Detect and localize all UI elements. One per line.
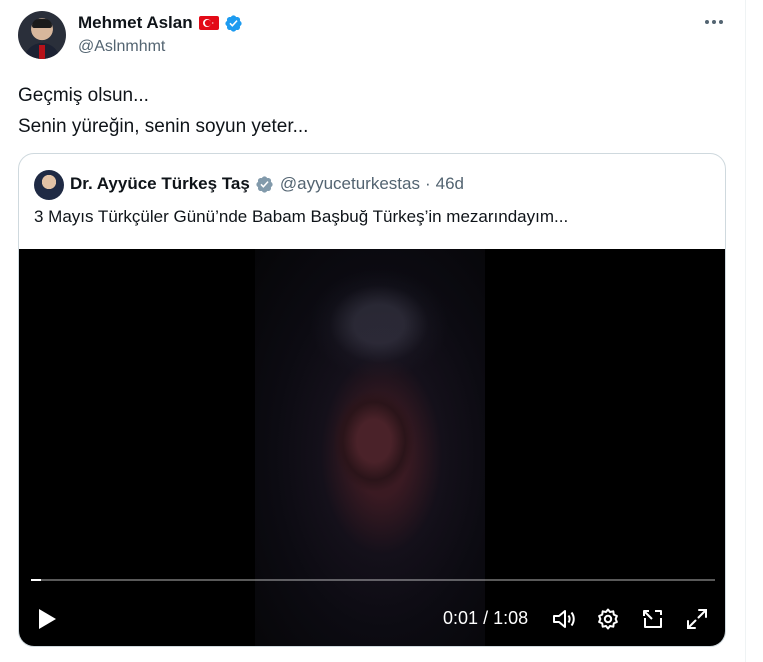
video-controls: 0:01 / 1:08: [19, 599, 725, 639]
quoted-author-name[interactable]: Dr. Ayyüce Türkeş Taş: [70, 174, 250, 194]
settings-gear-icon[interactable]: [593, 599, 623, 639]
author-avatar[interactable]: [18, 11, 66, 59]
quoted-header: Dr. Ayyüce Türkeş Taş @ayyuceturkestas ·…: [70, 173, 464, 195]
separator-dot: ·: [424, 174, 431, 193]
video-face-silhouette: [334, 391, 414, 491]
author-name-row: Mehmet Aslan: [78, 12, 243, 34]
quoted-author-avatar[interactable]: [34, 170, 64, 200]
volume-icon[interactable]: [549, 599, 579, 639]
quoted-tweet-card[interactable]: Dr. Ayyüce Türkeş Taş @ayyuceturkestas ·…: [18, 153, 726, 647]
turkey-flag-icon: [198, 16, 219, 30]
video-tree-silhouette: [309, 269, 449, 379]
timeline-divider: [745, 0, 746, 662]
quoted-author-handle[interactable]: @ayyuceturkestas: [280, 174, 420, 194]
author-handle[interactable]: @Aslnmhmt: [78, 38, 165, 56]
video-time-separator: /: [483, 608, 489, 628]
author-name[interactable]: Mehmet Aslan: [78, 13, 193, 33]
gray-verified-badge-icon: [256, 175, 273, 193]
video-duration: 1:08: [493, 608, 529, 628]
video-progress-fill: [31, 579, 42, 581]
play-icon[interactable]: [33, 599, 61, 639]
quoted-tweet-text: 3 Mayıs Türkçüler Günü’nde Babam Başbuğ …: [34, 207, 569, 226]
more-options-icon[interactable]: [702, 12, 726, 32]
verified-badge-icon: [225, 14, 242, 32]
video-current-time: 0:01: [443, 608, 479, 628]
tweet-text: Geçmiş olsun... Senin yüreğin, senin soy…: [18, 80, 308, 142]
video-player[interactable]: 0:01 / 1:08: [19, 249, 725, 646]
video-progress-bar[interactable]: [31, 579, 715, 581]
video-time: 0:01 / 1:08: [443, 608, 528, 629]
picture-in-picture-icon[interactable]: [638, 599, 668, 639]
fullscreen-icon[interactable]: [682, 599, 712, 639]
tweet-line: Geçmiş olsun...: [18, 85, 149, 106]
quoted-timestamp[interactable]: 46d: [436, 174, 464, 194]
tweet-line: Senin yüreğin, senin soyun yeter...: [18, 116, 309, 137]
